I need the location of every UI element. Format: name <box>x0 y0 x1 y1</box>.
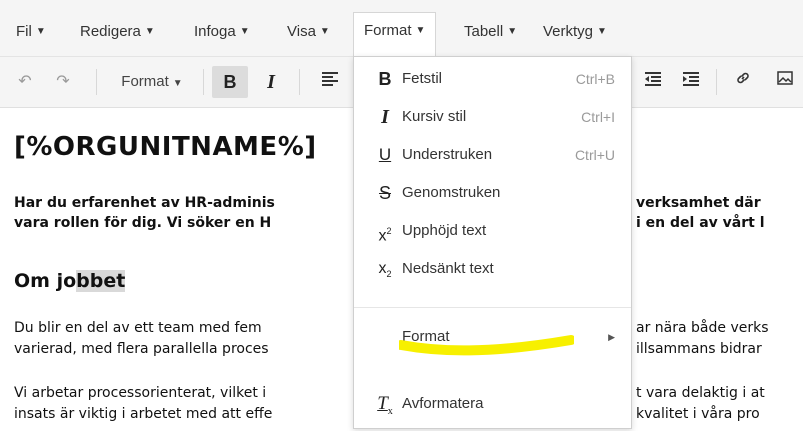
bold-icon: B <box>378 69 392 89</box>
chevron-down-icon: ▼ <box>597 26 607 37</box>
menu-visa[interactable]: Visa ▼ <box>287 14 330 56</box>
paragraph-2-line-2-right: kvalitet i våra pro <box>636 406 760 422</box>
menu-item-label: Genomstruken <box>402 184 501 201</box>
shortcut-label: Ctrl+U <box>574 147 615 163</box>
menubar: Fil ▼ Redigera ▼ Infoga ▼ Visa ▼ Format ▼ Tab… <box>0 0 803 57</box>
menu-item-label: Nedsänkt text <box>402 260 494 277</box>
chevron-right-icon: ▶ <box>608 332 615 342</box>
menu-format[interactable]: Format ▼ <box>353 12 437 57</box>
menu-item-underline[interactable]: U Understruken Ctrl+U <box>354 136 631 174</box>
menu-item-label: Avformatera <box>402 395 484 412</box>
italic-button[interactable]: I <box>256 66 286 98</box>
paragraph-1-line-1-right: ar nära både verks <box>636 320 769 336</box>
intro-line-2-left: vara rollen för dig. Vi söker en H <box>14 215 272 231</box>
section-heading: Om jobbet <box>14 270 126 292</box>
chevron-down-icon: ▼ <box>35 26 46 37</box>
menu-item-format-submenu[interactable]: Format ▶ <box>354 318 631 356</box>
menu-item-label: Understruken <box>402 146 493 163</box>
menu-divider <box>354 307 631 308</box>
chevron-down-icon: ▼ <box>239 26 250 37</box>
paragraph-2-line-1-right: t vara delaktig i at <box>636 385 765 401</box>
menu-item-clear-formatting[interactable]: Tx Avformatera <box>354 385 631 423</box>
format-dropdown-button[interactable]: Format ▼ <box>106 66 198 98</box>
menu-item-bold[interactable]: B Fetstil Ctrl+B <box>354 60 631 98</box>
intro-line-1-left: Har du erfarenhet av HR-adminis <box>14 195 275 211</box>
indent-icon[interactable] <box>676 66 706 98</box>
menu-item-label: Fetstil <box>402 70 443 87</box>
chevron-down-icon: ▼ <box>415 25 426 36</box>
strikethrough-icon: S <box>378 183 391 203</box>
superscript-icon: x2 <box>378 226 392 245</box>
chevron-down-icon: ▼ <box>172 78 183 89</box>
align-left-icon[interactable] <box>314 66 346 98</box>
italic-icon: I <box>381 106 389 128</box>
shortcut-label: Ctrl+B <box>575 71 615 87</box>
menu-redigera[interactable]: Redigera ▼ <box>80 14 155 56</box>
document-title: [%ORGUNITNAME%] <box>14 132 317 162</box>
link-icon[interactable] <box>728 66 758 98</box>
toolbar-divider <box>299 69 300 95</box>
selected-text: bbet <box>76 270 126 292</box>
subscript-icon: x2 <box>378 260 392 280</box>
paragraph-1-line-1-left: Du blir en del av ett team med fem <box>14 320 262 336</box>
paragraph-2-line-2-left: insats är viktig i arbetet med att effe <box>14 406 273 422</box>
intro-line-1-right: verksamhet där <box>636 195 761 211</box>
menu-item-label: Upphöjd text <box>402 222 487 239</box>
toolbar-divider <box>96 69 97 95</box>
menu-item-label: Format <box>402 328 450 345</box>
section-heading-text: Om jo <box>14 270 77 292</box>
menu-label: Fil <box>16 23 32 40</box>
format-menu: B Fetstil Ctrl+B I Kursiv stil Ctrl+I U … <box>353 56 632 429</box>
clear-formatting-icon: Tx <box>377 393 393 417</box>
paragraph-1-line-2-left: varierad, med flera parallella proces <box>14 341 269 357</box>
menu-label: Format <box>364 22 412 39</box>
chevron-down-icon: ▼ <box>507 26 518 37</box>
menu-item-subscript[interactable]: x2 Nedsänkt text <box>354 250 631 288</box>
menu-label: Infoga <box>194 23 236 40</box>
menu-label: Tabell <box>464 23 504 40</box>
menu-verktyg[interactable]: Verktyg ▼ <box>543 14 607 56</box>
menu-infoga[interactable]: Infoga ▼ <box>194 14 250 56</box>
menu-item-superscript[interactable]: x2 Upphöjd text <box>354 212 631 250</box>
menu-label: Redigera <box>80 23 141 40</box>
format-dropdown-label: Format <box>121 73 169 90</box>
undo-icon[interactable]: ↶ <box>12 66 38 98</box>
chevron-down-icon: ▼ <box>319 26 330 37</box>
bold-button[interactable]: B <box>212 66 248 98</box>
underline-icon: U <box>378 145 392 164</box>
paragraph-2-line-1-left: Vi arbetar processorienterat, vilket i <box>14 385 267 401</box>
image-icon[interactable] <box>770 66 800 98</box>
menu-item-italic[interactable]: I Kursiv stil Ctrl+I <box>354 98 631 136</box>
menu-label: Verktyg <box>543 23 594 40</box>
intro-line-2-right: i en del av vårt l <box>636 215 765 231</box>
paragraph-1-line-2-right: illsammans bidrar <box>636 341 762 357</box>
menu-item-strikethrough[interactable]: S Genomstruken <box>354 174 631 212</box>
menu-label: Visa <box>287 23 316 40</box>
menu-fil[interactable]: Fil ▼ <box>16 14 46 56</box>
shortcut-label: Ctrl+I <box>581 109 615 125</box>
toolbar-divider <box>203 69 204 95</box>
menu-tabell[interactable]: Tabell ▼ <box>464 14 517 56</box>
outdent-icon[interactable] <box>638 66 668 98</box>
toolbar-divider <box>716 69 717 95</box>
chevron-down-icon: ▼ <box>144 26 155 37</box>
menu-item-label: Kursiv stil <box>402 108 467 125</box>
redo-icon[interactable]: ↷ <box>50 66 76 98</box>
